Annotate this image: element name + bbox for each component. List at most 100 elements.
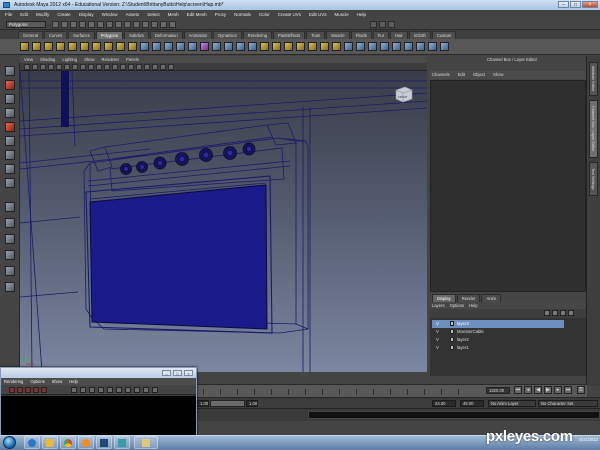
bridge-icon[interactable] [272,42,281,51]
render-settings-icon[interactable] [169,21,176,28]
shelf-tab-subdivs[interactable]: Subdivs [123,31,149,39]
persp-graph-layout-icon[interactable] [5,250,15,260]
poly-pyramid-icon[interactable] [104,42,113,51]
poly-sphere-icon[interactable] [20,42,29,51]
mirror-geometry-icon[interactable] [248,42,257,51]
poly-platonic-icon[interactable] [152,42,161,51]
resolution-gate-icon[interactable] [72,64,78,70]
split-polygon-icon[interactable] [308,42,317,51]
move-layer-up-icon[interactable] [544,310,550,316]
render-image-area[interactable] [1,396,196,435]
shelf-tab-dynamics[interactable]: Dynamics [213,31,242,39]
uv-editor-icon[interactable] [392,42,401,51]
channel-menu-object[interactable]: Object [473,71,485,79]
minimize-button[interactable]: – [558,1,569,8]
taskbar-media-button[interactable] [78,436,94,449]
universal-manipulator-icon[interactable] [5,150,15,160]
panel-menu-view[interactable]: View [24,56,33,63]
panel-menu-show[interactable]: Show [84,56,94,63]
snap-grid-icon[interactable] [106,21,113,28]
menu-select[interactable]: Select [147,10,160,19]
layer-row[interactable]: V layer3 [432,320,564,328]
shelf-tab-muscle[interactable]: Muscle [326,31,350,39]
render-window-maximize-button[interactable]: □ [173,370,182,376]
refresh-icon[interactable] [41,387,47,393]
wireframe-icon[interactable] [112,64,118,70]
soft-modification-icon[interactable] [5,164,15,174]
checker-4-icon[interactable] [440,42,449,51]
layer-tab-anim[interactable]: Anim [481,294,502,302]
autokey-icon[interactable]: ⚿ [577,386,585,394]
move-tool-icon[interactable] [5,108,15,118]
smooth-shade-icon[interactable] [120,64,126,70]
layer-row[interactable]: V layer2 [432,336,564,344]
save-scene-icon[interactable] [70,21,77,28]
uv-auto-icon[interactable] [380,42,389,51]
camera-attributes-icon[interactable] [32,64,38,70]
boolean-union-icon[interactable] [212,42,221,51]
remove-image-icon[interactable] [107,387,113,393]
view-cube[interactable]: FRONT [393,85,414,103]
extract-icon[interactable] [188,42,197,51]
side-tab-tool-settings[interactable]: Tool Settings [589,162,598,196]
lasso-tool-icon[interactable] [5,80,15,90]
checker-2-icon[interactable] [416,42,425,51]
layer-tab-display[interactable]: Display [432,294,456,302]
safe-title-icon[interactable] [104,64,110,70]
history-icon[interactable] [142,21,149,28]
shelf-tab-painteffects[interactable]: PaintEffects [273,31,306,39]
hypershade-layout-icon[interactable] [5,266,15,276]
layer-color-swatch[interactable] [450,321,454,326]
menu-window[interactable]: Window [102,10,118,19]
xray-icon[interactable] [160,64,166,70]
poly-cube-icon[interactable] [32,42,41,51]
uv-planar-icon[interactable] [344,42,353,51]
render-menu-options[interactable]: Options [30,378,44,385]
camera-select-icon[interactable] [24,64,30,70]
wireframe-on-shaded-icon[interactable] [128,64,134,70]
side-tab-attribute-editor[interactable]: Attribute Editor [589,62,598,96]
field-chart-icon[interactable] [88,64,94,70]
shelf-tab-deformation[interactable]: Deformation [149,31,183,39]
poly-soccer-ball-icon[interactable] [140,42,149,51]
open-scene-icon[interactable] [61,21,68,28]
taskbar-explorer-button[interactable] [42,436,58,449]
show-manipulator-icon[interactable] [5,178,15,188]
snap-curve-icon[interactable] [115,21,122,28]
layer-visibility-toggle[interactable]: V [436,328,439,336]
render-window-close-button[interactable]: × [184,370,193,376]
exposure-icon[interactable] [116,387,122,393]
uv-cylindrical-icon[interactable] [356,42,365,51]
layer-visibility-toggle[interactable]: V [436,336,439,344]
poly-prism-icon[interactable] [92,42,101,51]
range-start-field-2[interactable]: 1.00 [246,400,258,407]
render-window-minimize-button[interactable]: – [162,370,171,376]
new-layer-selected-icon[interactable] [568,310,574,316]
range-start-field[interactable]: 1.00 [197,400,209,407]
redo-render-icon[interactable] [9,387,15,393]
extrude-icon[interactable] [260,42,269,51]
menu-set-dropdown[interactable]: Polygons [6,21,46,28]
step-forward-icon[interactable]: ▸ [554,386,562,394]
layer-visibility-toggle[interactable]: V [436,344,439,352]
channel-box-body[interactable] [430,80,586,292]
perspective-viewport[interactable] [20,71,427,372]
display-icon[interactable] [134,387,140,393]
boolean-intersection-icon[interactable] [236,42,245,51]
color-manage-icon[interactable] [143,387,149,393]
bevel-icon[interactable] [320,42,329,51]
menu-display[interactable]: Display [79,10,94,19]
panel-menu-shading[interactable]: Shading [40,56,55,63]
shelf-tab-animation[interactable]: Animation [183,31,213,39]
poly-cylinder-icon[interactable] [44,42,53,51]
menu-mesh[interactable]: Mesh [168,10,179,19]
menu-modify[interactable]: Modify [36,10,49,19]
poly-torus-icon[interactable] [80,42,89,51]
safe-action-icon[interactable] [96,64,102,70]
render-window-titlebar[interactable]: – □ × [1,368,196,378]
attribute-editor-toggle-icon[interactable] [370,21,377,28]
channel-box-toggle-icon[interactable] [388,21,395,28]
layer-row[interactable]: V MonsterCable [432,328,564,336]
render-region-icon[interactable] [17,387,23,393]
four-view-layout-icon[interactable] [5,218,15,228]
